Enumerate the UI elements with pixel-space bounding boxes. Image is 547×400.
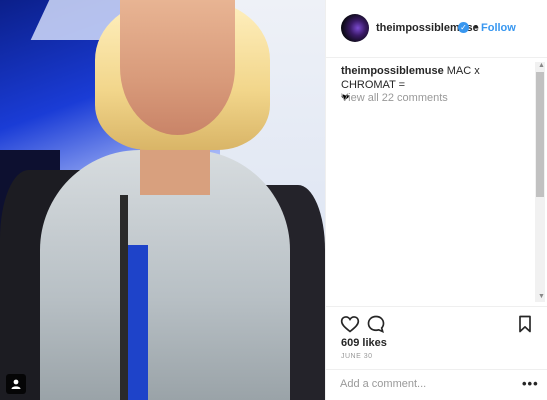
scrollbar-thumb[interactable]	[536, 72, 544, 197]
comment-bar: •••	[326, 369, 547, 400]
scroll-down-arrow-icon[interactable]: ▼	[538, 293, 545, 300]
heart-icon[interactable]	[340, 314, 360, 334]
post-side-panel: theimpossiblemuse ✓ • Follow theimpossib…	[325, 0, 547, 400]
more-options-button[interactable]: •••	[522, 376, 539, 391]
likes-count[interactable]: 609 likes	[341, 337, 387, 349]
photo-zipper	[120, 195, 128, 400]
view-all-comments-link[interactable]: View all 22 comments	[341, 92, 448, 104]
separator-dot: •	[474, 21, 478, 33]
caption-username[interactable]: theimpossiblemuse	[341, 65, 444, 77]
photo-face	[120, 0, 235, 135]
user-tag-icon[interactable]	[6, 374, 26, 394]
avatar[interactable]	[341, 14, 369, 42]
comment-bubble-icon[interactable]	[366, 314, 386, 334]
post-date[interactable]: JUNE 30	[341, 353, 373, 360]
scroll-up-arrow-icon[interactable]: ▲	[538, 62, 545, 69]
comment-input[interactable]	[340, 378, 510, 390]
post-photo[interactable]	[0, 0, 325, 400]
verified-badge-icon: ✓	[458, 22, 469, 33]
post-header: theimpossiblemuse ✓ • Follow	[326, 0, 547, 58]
bookmark-icon[interactable]	[515, 314, 535, 334]
follow-button[interactable]: Follow	[481, 22, 516, 34]
actions-divider	[326, 306, 547, 308]
photo-blue-top	[128, 245, 148, 400]
